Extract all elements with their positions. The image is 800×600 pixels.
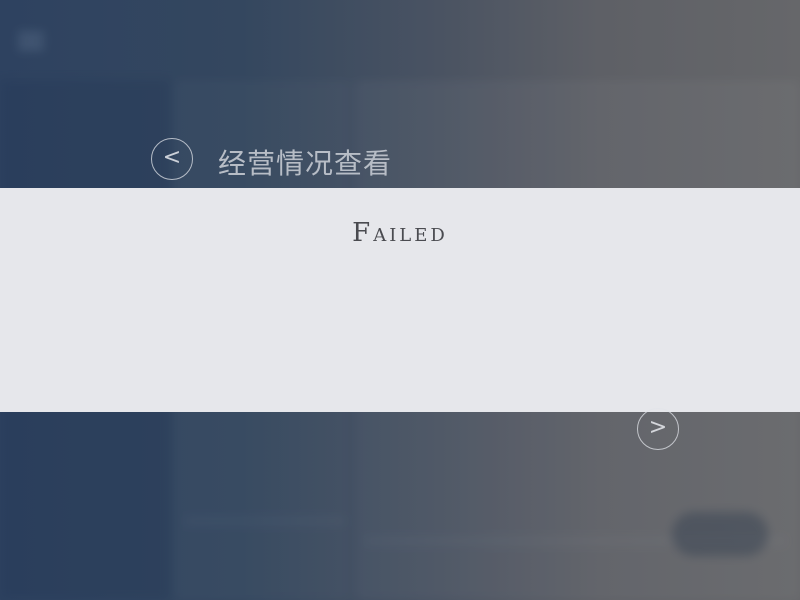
- background-divider: [185, 520, 345, 522]
- background-pill-button: [672, 512, 768, 556]
- chevron-right-icon: >: [648, 415, 668, 440]
- background-topbar: [0, 0, 800, 80]
- previous-button[interactable]: <: [151, 138, 193, 180]
- app-viewport: < 经营情况查看 Failed >: [0, 0, 800, 600]
- status-message: Failed: [352, 218, 448, 248]
- chevron-left-icon: <: [162, 145, 182, 170]
- page-title: 经营情况查看: [218, 147, 393, 180]
- next-button[interactable]: >: [637, 408, 679, 450]
- hamburger-icon: [18, 28, 44, 52]
